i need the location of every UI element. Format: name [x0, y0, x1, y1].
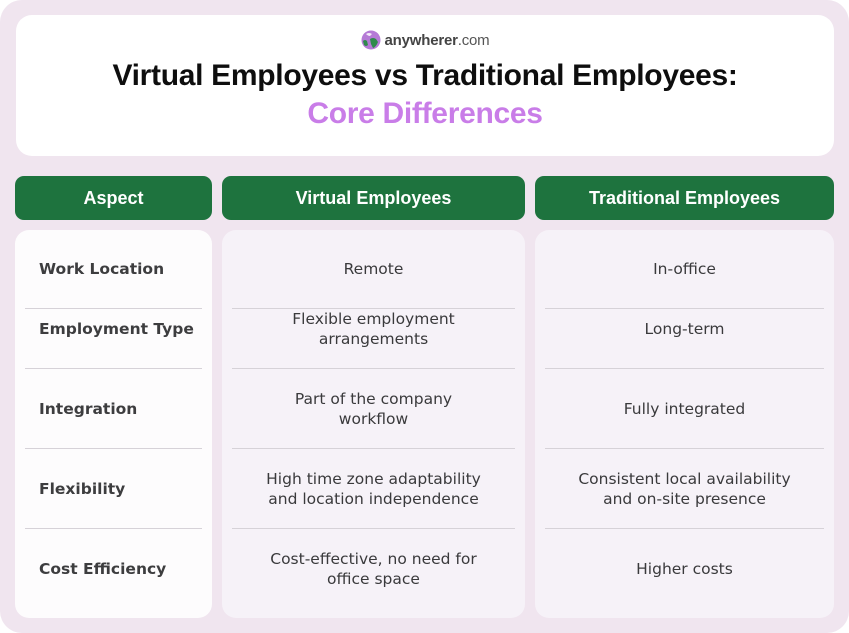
traditional-value: Fully integrated	[623, 399, 746, 418]
infographic-frame: anywherer.com Virtual Employees vs Tradi…	[0, 0, 849, 633]
aspect-column: Work Location Employment Type Integratio…	[15, 230, 212, 618]
table-row: Cost Efficiency	[25, 529, 202, 609]
virtual-value: Part of the company workflow	[294, 389, 453, 428]
table-row: Flexible employment arrangements	[232, 289, 515, 369]
table-row: Flexibility	[25, 449, 202, 529]
globe-logo-icon	[361, 30, 381, 50]
brand-name: anywherer.com	[384, 31, 490, 49]
virtual-value: Cost-effective, no need for office space	[270, 550, 477, 588]
table-row: Fully integrated	[545, 369, 824, 449]
table-row: Long-term	[545, 289, 824, 369]
aspect-label: Integration	[39, 399, 138, 418]
title-card: anywherer.com Virtual Employees vs Tradi…	[16, 15, 834, 156]
aspect-label: Employment Type	[39, 319, 194, 338]
virtual-value: Flexible employment arrangements	[292, 309, 455, 348]
virtual-value: High time zone adaptability and location…	[266, 469, 481, 508]
table-row: Cost-effective, no need for office space	[232, 529, 515, 609]
traditional-value: Higher costs	[636, 560, 733, 578]
header-aspect: Aspect	[15, 176, 212, 220]
aspect-label: Cost Efficiency	[39, 560, 167, 578]
table-row: Higher costs	[545, 529, 824, 609]
table-row: Consistent local availability and on-sit…	[545, 449, 824, 529]
header-traditional-employees: Traditional Employees	[535, 176, 834, 220]
traditional-value: Long-term	[644, 319, 725, 338]
table-row: Part of the company workflow	[232, 369, 515, 449]
traditional-value: In-office	[653, 259, 716, 278]
table-row: High time zone adaptability and location…	[232, 449, 515, 529]
page-subtitle: Core Differences	[307, 97, 543, 130]
aspect-label: Flexibility	[39, 479, 126, 498]
virtual-employees-column: Remote Flexible employment arrangements …	[222, 230, 525, 618]
table-row: Integration	[25, 369, 202, 449]
virtual-value: Remote	[343, 259, 404, 278]
traditional-employees-column: In-office Long-term Fully integrated Con…	[535, 230, 834, 618]
brand-logo: anywherer.com	[16, 29, 834, 51]
traditional-value: Consistent local availability and on-sit…	[578, 469, 791, 508]
header-virtual-employees: Virtual Employees	[222, 176, 525, 220]
page-title: Virtual Employees vs Traditional Employe…	[112, 59, 738, 92]
table-row: Employment Type	[25, 289, 202, 369]
aspect-label: Work Location	[39, 259, 165, 278]
